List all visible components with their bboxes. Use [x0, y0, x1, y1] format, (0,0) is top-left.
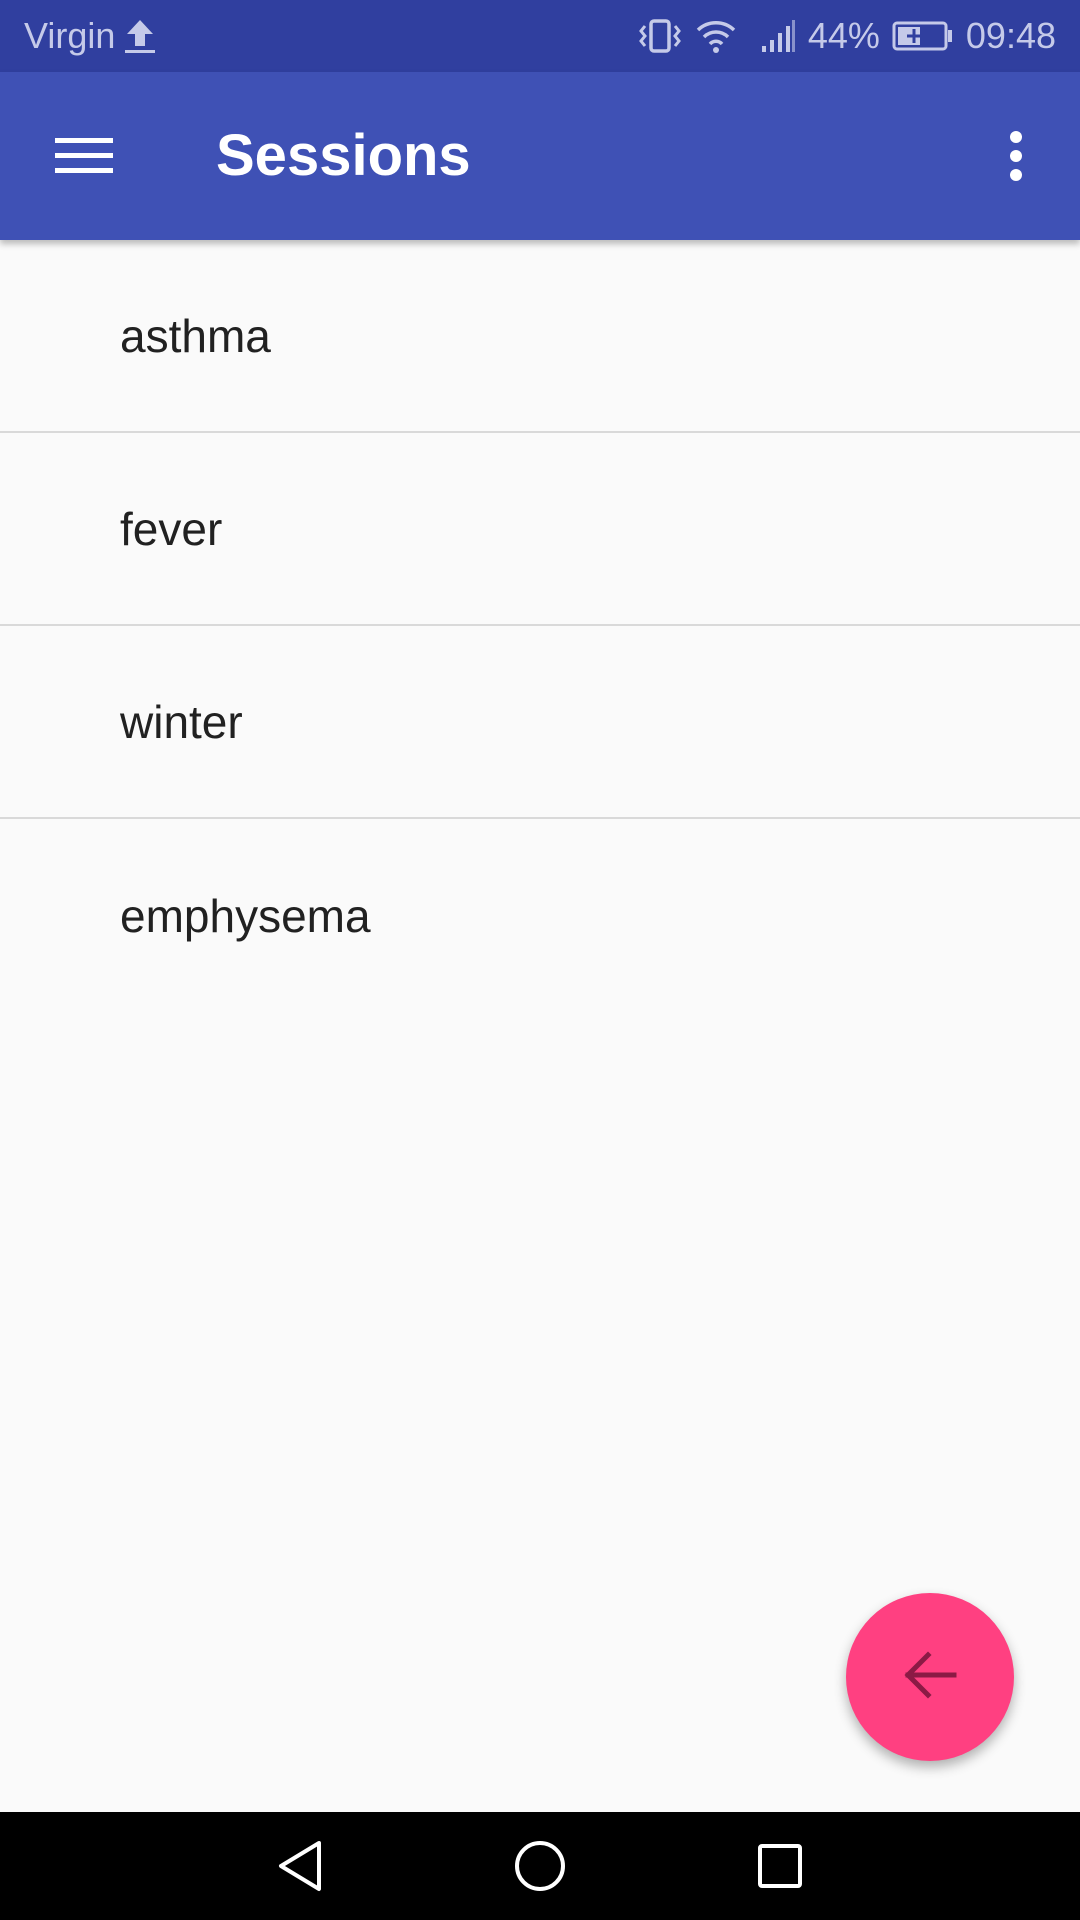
more-vert-icon[interactable]	[976, 108, 1056, 204]
screen: Virgin 44% 09:48 Sessions asthma fever w…	[0, 0, 1080, 1920]
upload-icon	[123, 16, 157, 56]
session-item-asthma[interactable]: asthma	[0, 240, 1080, 433]
status-bar: Virgin 44% 09:48	[0, 0, 1080, 72]
session-label: winter	[120, 695, 243, 748]
back-fab-button[interactable]	[846, 1593, 1014, 1761]
back-triangle-icon[interactable]	[260, 1826, 340, 1906]
app-bar: Sessions	[0, 72, 1080, 240]
status-right: 44% 09:48	[638, 0, 1056, 72]
battery-percent: 44%	[807, 15, 880, 56]
session-label: fever	[120, 502, 223, 555]
page-title: Sessions	[216, 123, 471, 188]
session-item-fever[interactable]: fever	[0, 433, 1080, 626]
session-item-winter[interactable]: winter	[0, 626, 1080, 819]
wifi-icon	[694, 16, 738, 56]
arrow-back-icon	[900, 1649, 960, 1706]
battery-charging-icon	[892, 19, 954, 53]
navigation-bar	[0, 1812, 1080, 1920]
vibrate-icon	[638, 16, 682, 56]
session-label: emphysema	[120, 889, 371, 942]
carrier-name: Virgin	[24, 15, 116, 56]
session-item-emphysema[interactable]: emphysema	[0, 819, 1080, 1012]
home-circle-icon[interactable]	[500, 1826, 580, 1906]
signal-icon	[760, 16, 796, 56]
recents-square-icon[interactable]	[740, 1826, 820, 1906]
status-left: Virgin	[24, 0, 157, 72]
session-list: asthma fever winter emphysema	[0, 240, 1080, 1012]
clock-time: 09:48	[965, 15, 1056, 56]
hamburger-menu-icon[interactable]	[36, 108, 132, 204]
session-label: asthma	[120, 309, 271, 362]
